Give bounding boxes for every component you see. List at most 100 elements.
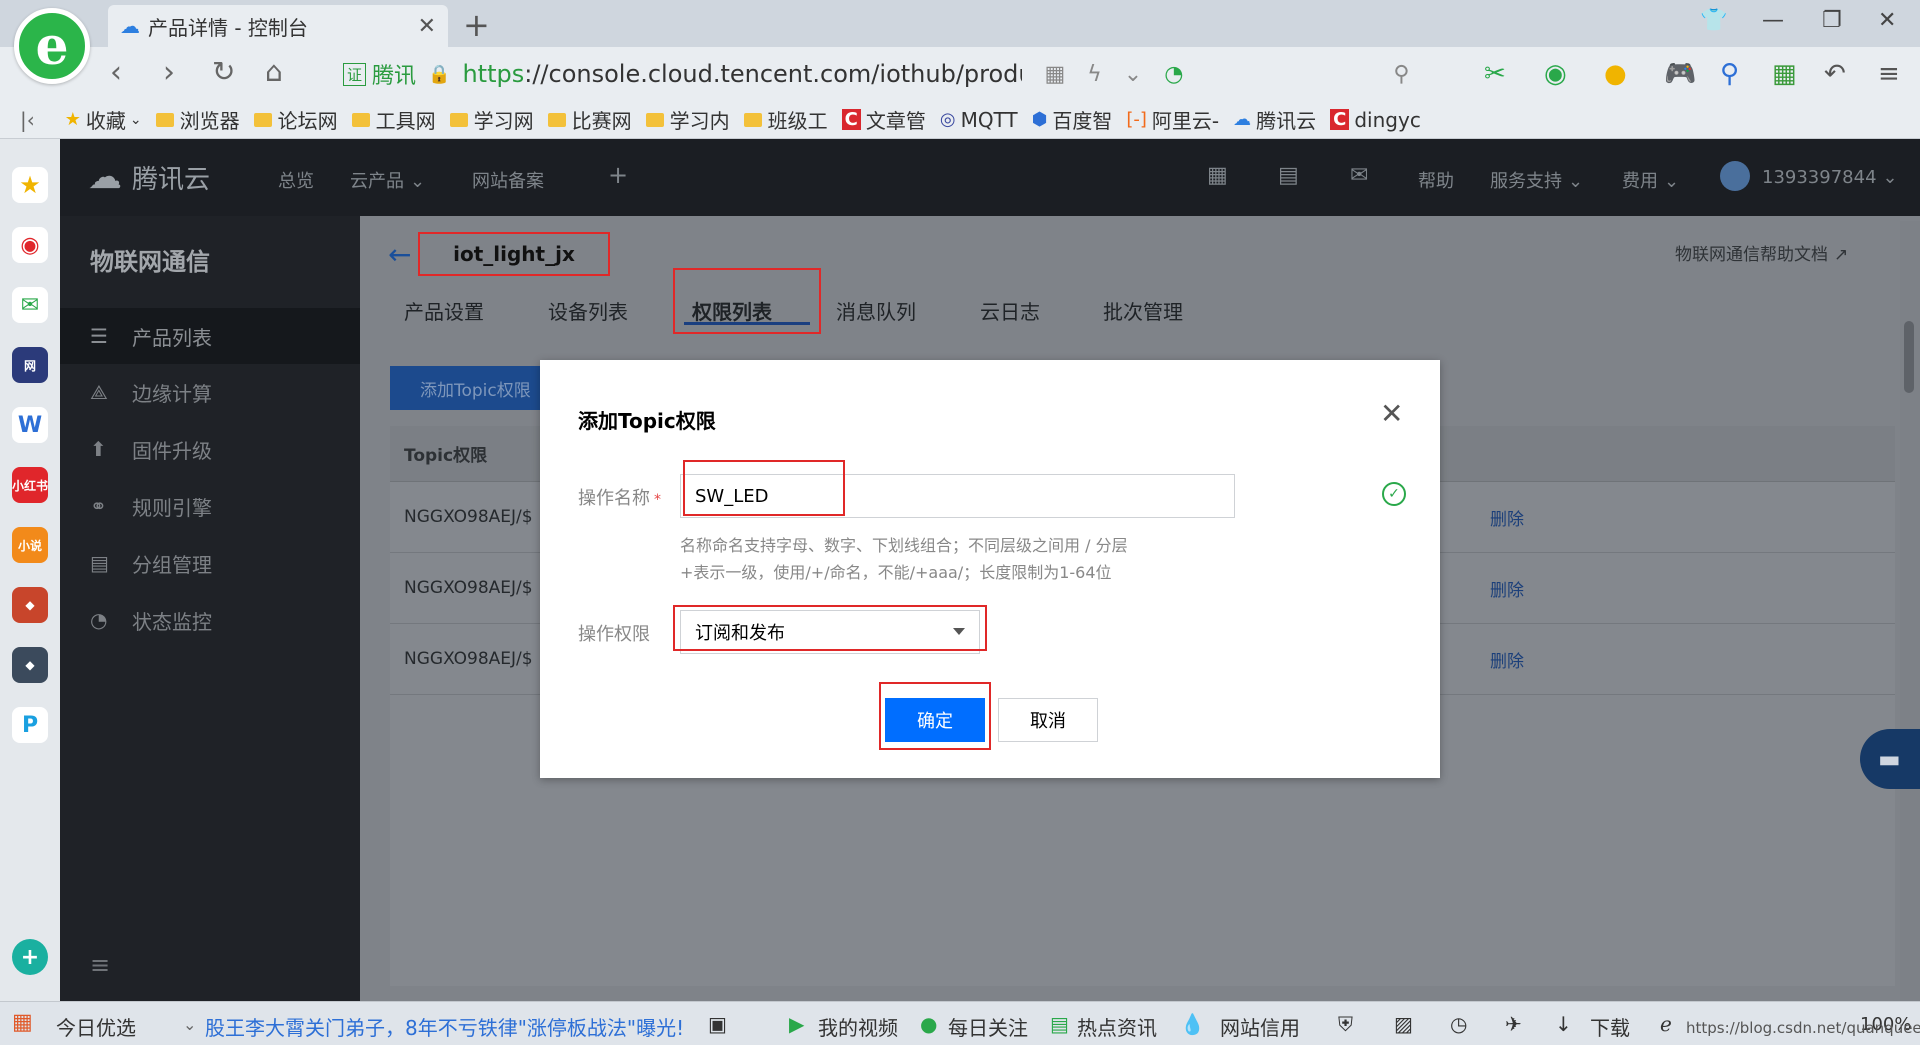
bookmark-item[interactable]: ☁ 腾讯云 [1233,105,1316,134]
sidebar-item-monitor[interactable]: ◔ 状态监控 [60,592,360,648]
image-icon[interactable]: ▨ [1394,1012,1413,1036]
sidebar-item-groups[interactable]: ▤ 分组管理 [60,535,360,591]
bookmarks-collapse-icon[interactable]: |‹ [20,108,35,132]
bookmark-item[interactable]: ◎ MQTT [940,108,1018,132]
ie-icon[interactable]: ℯ [1660,1012,1672,1036]
hot-news[interactable]: 热点资讯 [1077,1012,1157,1041]
permission-select[interactable]: 订阅和发布 [680,610,980,654]
magnifier-icon[interactable]: ⚲ [1720,59,1739,89]
document-icon[interactable]: ▤ [1278,163,1299,188]
bookmark-item[interactable]: ★ 收藏 ⌄ [65,105,142,134]
tab-close-icon[interactable]: ✕ [418,14,436,39]
news-ticker[interactable]: 股王李大霄关门弟子，8年不亏铁律"涨停板战法"曝光! [205,1012,700,1041]
nav-overview[interactable]: 总览 [278,167,314,193]
download-icon[interactable]: ↓ [1555,1012,1572,1036]
browser-tab-active[interactable]: ☁ 产品详情 - 控制台 ✕ [108,5,448,47]
tab-device-list[interactable]: 设备列表 [548,296,628,325]
page-scrollbar[interactable] [1900,221,1920,1001]
nav-products[interactable]: 云产品 ⌄ [350,167,425,193]
novel-icon[interactable]: 小说 [12,527,48,563]
new-tab-button[interactable]: + [463,6,490,44]
url-text[interactable]: https://console.cloud.tencent.com/iothub… [462,60,1022,88]
tab-cloud-log[interactable]: 云日志 [980,296,1040,325]
nav-help[interactable]: 帮助 [1418,167,1454,193]
operation-name-input[interactable] [681,475,1234,517]
skin-icon[interactable]: 👕 [1700,8,1727,33]
search-icon[interactable]: ⚲ [1393,62,1409,87]
chat-support-icon[interactable]: ▬ [1860,729,1920,789]
menu-icon[interactable]: ≡ [1878,59,1900,89]
gift-icon[interactable]: ▦ [12,1010,33,1035]
sidebar-item-edge[interactable]: ⟁ 边缘计算 [60,364,360,420]
site-credit[interactable]: 网站信用 [1220,1012,1300,1041]
undo-icon[interactable]: ↶ [1824,59,1846,89]
tab-product-settings[interactable]: 产品设置 [404,296,484,325]
minimize-icon[interactable]: — [1762,8,1784,33]
bookmark-item[interactable]: 学习内 [645,105,730,134]
speed-icon[interactable]: ◷ [1450,1012,1467,1036]
browser-logo[interactable]: e [14,8,90,84]
lightning-icon[interactable]: ϟ [1087,62,1102,87]
bookmark-item[interactable]: 班级工 [743,105,828,134]
address-bar[interactable]: 证 腾讯 🔒 https://console.cloud.tencent.com… [343,55,1433,93]
restore-icon[interactable]: ❐ [1822,8,1842,33]
message-icon[interactable]: ✉ [1350,163,1368,188]
translate-icon[interactable]: ◉ [1544,59,1567,89]
bookmark-item[interactable]: 论坛网 [253,105,338,134]
apps-icon[interactable]: ▦ [1772,59,1797,89]
sidebar-item-product-list[interactable]: ☰ 产品列表 [60,308,360,364]
search-engine-icon[interactable]: ◔ [1164,62,1183,87]
refresh-icon[interactable]: ↻ [212,55,235,88]
weibo-icon[interactable]: ◉ [12,227,48,263]
scissors-icon[interactable]: ✂ [1484,59,1506,89]
pin-icon[interactable]: ✈ [1505,1012,1522,1036]
help-doc-link[interactable]: 物联网通信帮助文档 ↗ [1675,240,1848,265]
nav-billing[interactable]: 费用 ⌄ [1622,167,1679,193]
chevron-down-icon[interactable]: ⌄ [183,1015,196,1034]
nav-user[interactable]: 1393397844 ⌄ [1762,167,1898,188]
forward-icon[interactable]: › [163,55,175,90]
sidebar-collapse-icon[interactable]: ≡ [90,951,110,979]
sidebar-item-firmware[interactable]: ⬆ 固件升级 [60,421,360,477]
nav-support[interactable]: 服务支持 ⌄ [1490,167,1583,193]
game-app-icon[interactable]: ◆ [12,647,48,683]
game-app-icon[interactable]: ◆ [12,587,48,623]
bookmark-item[interactable]: 浏览器 [155,105,240,134]
favorites-icon[interactable]: ★ [12,167,48,203]
qrcode-icon[interactable]: ▦ [1044,62,1065,87]
bookmark-item[interactable]: 比赛网 [547,105,632,134]
bookmark-item[interactable]: 工具网 [351,105,436,134]
delete-link[interactable]: 删除 [1490,647,1524,672]
pdf-app-icon[interactable]: P [12,707,48,743]
nav-beian[interactable]: 网站备案 [472,167,544,193]
bookmark-item[interactable]: C 文章管 [841,105,926,134]
operation-name-field[interactable] [680,474,1235,518]
qrcode-icon[interactable]: ▦ [1207,163,1228,188]
tab-message-queue[interactable]: 消息队列 [836,296,916,325]
shield-icon[interactable]: ⛨ [1338,1012,1353,1036]
confirm-button[interactable]: 确定 [885,698,985,742]
back-arrow-icon[interactable]: ← [388,238,411,271]
coin-icon[interactable]: ● [1604,59,1627,89]
game-icon[interactable]: 🎮 [1664,59,1696,89]
scrollbar-thumb[interactable] [1904,321,1914,393]
console-logo[interactable]: ☁ 腾讯云 [88,157,210,197]
sidebar-item-rules[interactable]: ⚭ 规则引擎 [60,478,360,534]
delete-link[interactable]: 删除 [1490,505,1524,530]
add-topic-button[interactable]: 添加Topic权限 [390,366,550,410]
today-picks[interactable]: 今日优选 [56,1012,136,1041]
back-icon[interactable]: ‹ [110,55,122,90]
bookmark-item[interactable]: [-] 阿里云- [1126,105,1219,134]
screenshot-icon[interactable]: ▣ [708,1012,727,1036]
download-label[interactable]: 下载 [1590,1012,1630,1041]
bookmark-item[interactable]: 学习网 [449,105,534,134]
daily-focus[interactable]: 每日关注 [948,1012,1028,1041]
mail-icon[interactable]: ✉ [12,287,48,323]
tab-batch[interactable]: 批次管理 [1103,296,1183,325]
home-icon[interactable]: ⌂ [265,55,283,88]
cancel-button[interactable]: 取消 [998,698,1098,742]
xiaohongshu-icon[interactable]: 小红书 [12,467,48,503]
bookmark-item[interactable]: Cdingyc [1330,108,1421,132]
add-nav-icon[interactable]: + [608,161,628,189]
add-app-icon[interactable]: + [12,939,48,975]
